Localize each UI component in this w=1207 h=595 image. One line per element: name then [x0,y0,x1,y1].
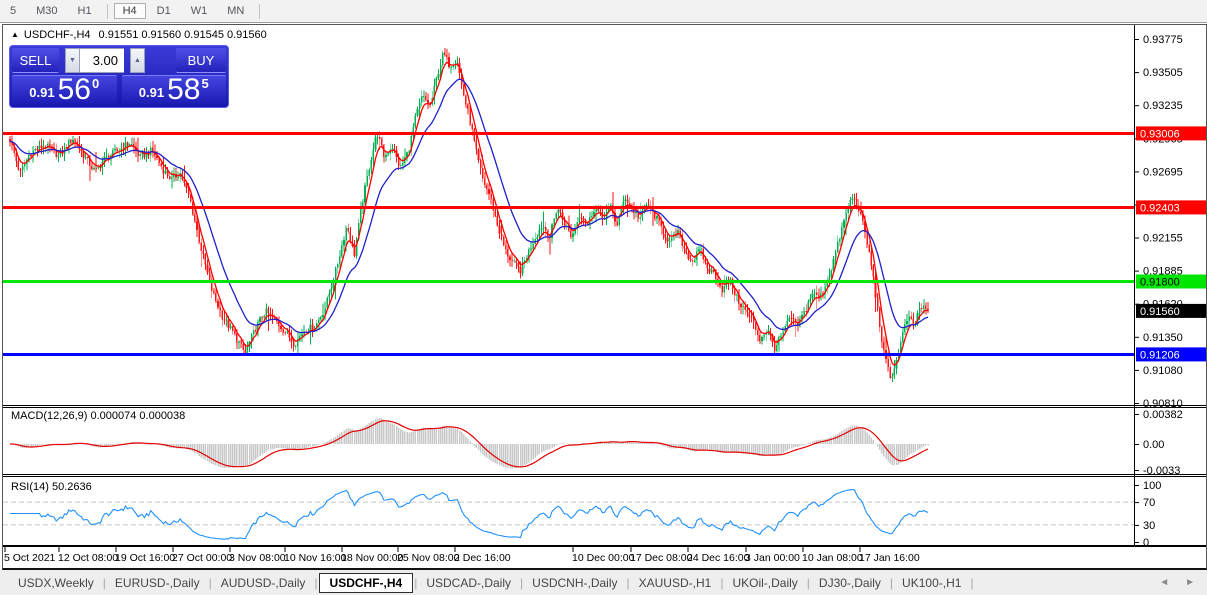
tab-separator: | [103,576,106,590]
one-click-trading-panel: SELL ▼ ▲ BUY 0.91 56 0 0.91 58 5 [9,45,229,108]
arrow-down-icon: ▼ [69,57,76,64]
volume-input[interactable] [80,48,124,73]
volume-decrease-button[interactable]: ▼ [65,48,80,73]
svg-text:12 Oct 08:00: 12 Oct 08:00 [58,552,118,564]
tab-separator: | [520,576,523,590]
chart-tab-audusd-daily[interactable]: AUDUSD-,Daily [213,573,314,593]
svg-text:24 Dec 16:00: 24 Dec 16:00 [687,552,750,564]
svg-text:18 Nov 00:00: 18 Nov 00:00 [341,552,404,564]
tab-separator: | [807,576,810,590]
tab-separator: | [314,576,317,590]
buy-button[interactable]: BUY [176,48,226,73]
tab-scroll-arrows: ◄► [1159,577,1195,588]
svg-text:0.92403: 0.92403 [1140,202,1180,214]
sell-price-sup: 0 [92,78,99,90]
timeframe-button-m30[interactable]: M30 [27,3,66,19]
chart-ohlc-header: ▲ USDCHF-,H4 0.91551 0.91560 0.91545 0.915… [11,29,267,41]
svg-text:10 Nov 16:00: 10 Nov 16:00 [284,552,347,564]
chart-tab-dj30-daily[interactable]: DJ30-,Daily [811,573,889,593]
ohlc-values: 0.91551 0.91560 0.91545 0.91560 [99,29,267,41]
tab-separator: | [209,576,212,590]
svg-text:0.91206: 0.91206 [1140,349,1180,361]
tab-separator: | [720,576,723,590]
timeframe-toolbar: 5M30H1 H4D1W1MN [0,0,1207,23]
tab-separator: | [970,576,973,590]
svg-text:5 Oct 2021: 5 Oct 2021 [4,552,56,564]
svg-text:100: 100 [1143,480,1161,492]
timeframe-button-d1[interactable]: D1 [148,3,180,19]
svg-text:0.00382: 0.00382 [1143,409,1183,421]
svg-text:17 Dec 08:00: 17 Dec 08:00 [630,552,693,564]
svg-text:0.93006: 0.93006 [1140,128,1180,140]
sell-price-small: 0.91 [29,83,54,102]
svg-text:0.92155: 0.92155 [1143,233,1183,245]
macd-label: MACD(12,26,9) 0.000074 0.000038 [11,410,185,422]
buy-price-small: 0.91 [139,83,164,102]
toolbar-separator [259,4,260,19]
chart-tab-usdcad-daily[interactable]: USDCAD-,Daily [418,573,519,593]
buy-price-big: 58 [167,77,200,102]
tab-separator: | [627,576,630,590]
chart-tab-usdchf-h4[interactable]: USDCHF-,H4 [319,573,414,593]
rsi-label: RSI(14) 50.2636 [11,481,92,493]
tab-scroll-right-icon[interactable]: ► [1185,577,1195,588]
svg-text:30: 30 [1143,520,1155,532]
arrow-up-icon: ▲ [134,57,141,64]
svg-text:0.91800: 0.91800 [1140,277,1180,289]
tab-separator: | [414,576,417,590]
chart-tab-usdx-weekly[interactable]: USDX,Weekly [10,573,102,593]
timeframe-button-mn[interactable]: MN [218,3,253,19]
svg-text:2 Dec 16:00: 2 Dec 16:00 [454,552,511,564]
timeframe-button-w1[interactable]: W1 [182,3,217,19]
svg-text:-0.0033: -0.0033 [1143,465,1180,477]
svg-text:0.92695: 0.92695 [1143,166,1183,178]
sell-price-display[interactable]: 0.91 56 0 [12,75,117,105]
price-axis-line [1134,25,1135,546]
volume-increase-button[interactable]: ▲ [130,48,145,73]
sell-button[interactable]: SELL [12,48,59,73]
svg-text:0: 0 [1143,537,1149,549]
chart-window: 0.937750.935050.932350.929650.926950.924… [2,24,1207,570]
svg-text:3 Jan 00:00: 3 Jan 00:00 [745,552,800,564]
svg-text:10 Dec 00:00: 10 Dec 00:00 [572,552,635,564]
svg-text:70: 70 [1143,497,1155,509]
svg-text:3 Nov 08:00: 3 Nov 08:00 [229,552,286,564]
buy-price-display[interactable]: 0.91 58 5 [122,75,227,105]
tab-scroll-left-icon[interactable]: ◄ [1159,577,1169,588]
chart-tab-xauusd-h1[interactable]: XAUUSD-,H1 [631,573,720,593]
svg-text:0.93775: 0.93775 [1143,34,1183,46]
chart-tab-eurusd-daily[interactable]: EURUSD-,Daily [107,573,208,593]
svg-text:0.91350: 0.91350 [1143,332,1183,344]
chart-tab-usdcnh-daily[interactable]: USDCNH-,Daily [524,573,625,593]
timeframe-button-h1[interactable]: H1 [69,3,101,19]
chart-tab-uk100-h1[interactable]: UK100-,H1 [894,573,969,593]
svg-text:17 Jan 16:00: 17 Jan 16:00 [859,552,920,564]
svg-text:0.00: 0.00 [1143,439,1164,451]
svg-text:0.91080: 0.91080 [1143,365,1183,377]
toolbar-separator [107,4,108,19]
collapse-triangle-icon[interactable]: ▲ [11,30,19,39]
symbol-period-label: USDCHF-,H4 [24,29,91,41]
svg-text:27 Oct 00:00: 27 Oct 00:00 [172,552,232,564]
chart-tab-ukoil-daily[interactable]: UKOil-,Daily [724,573,805,593]
buy-price-sup: 5 [201,78,208,90]
svg-text:10 Jan 08:00: 10 Jan 08:00 [802,552,863,564]
svg-text:0.93235: 0.93235 [1143,100,1183,112]
timeframe-button-h4[interactable]: H4 [114,3,146,19]
chart-tab-bar: USDX,Weekly|EURUSD-,Daily|AUDUSD-,Daily|… [0,570,1207,595]
svg-text:25 Nov 08:00: 25 Nov 08:00 [397,552,460,564]
sell-price-big: 56 [58,77,91,102]
svg-text:0.93505: 0.93505 [1143,67,1183,79]
tab-separator: | [890,576,893,590]
svg-text:19 Oct 16:00: 19 Oct 16:00 [115,552,175,564]
svg-text:0.91560: 0.91560 [1140,306,1180,318]
timeframe-button-5[interactable]: 5 [1,3,25,19]
